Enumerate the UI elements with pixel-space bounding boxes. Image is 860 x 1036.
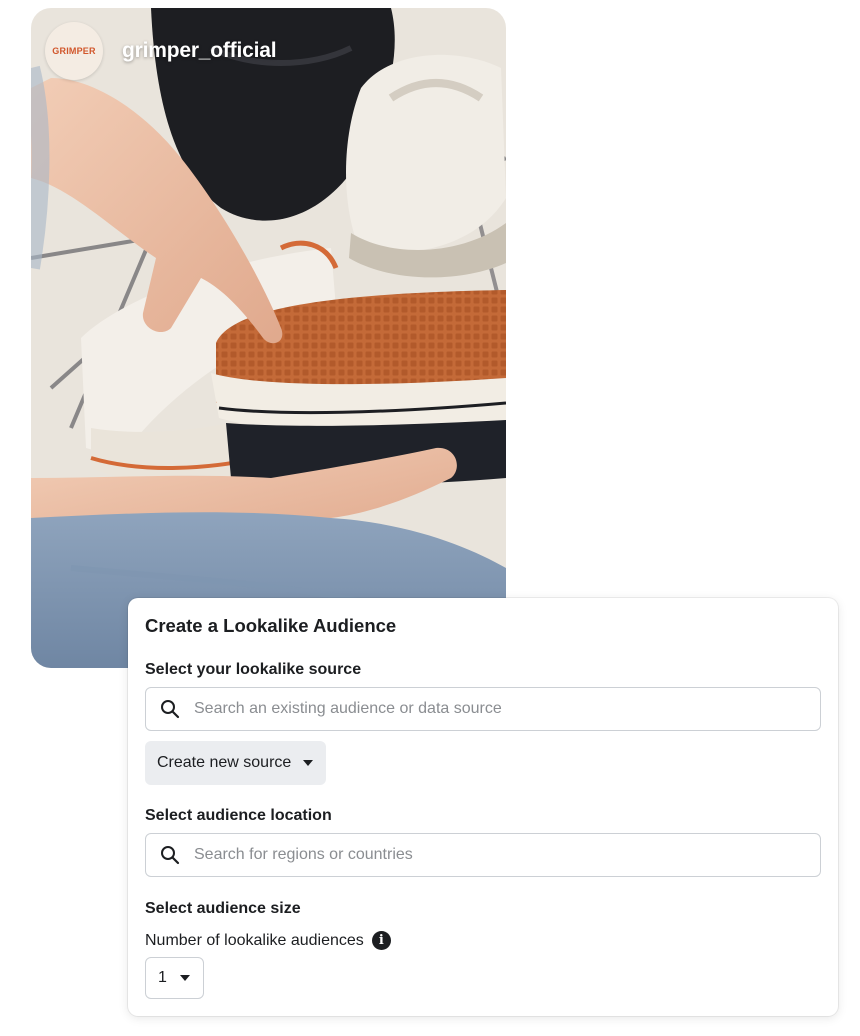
location-search-input[interactable] bbox=[194, 834, 820, 876]
caret-down-icon bbox=[179, 975, 190, 981]
create-new-source-button[interactable]: Create new source bbox=[145, 741, 327, 785]
lookalike-count-value: 1 bbox=[158, 969, 167, 986]
source-section-label: Select your lookalike source bbox=[145, 661, 362, 678]
post-header: GRIMPER grimper_official bbox=[45, 22, 277, 80]
lookalike-count-select[interactable]: 1 bbox=[145, 957, 204, 999]
create-new-source-label: Create new source bbox=[157, 754, 292, 771]
source-search-field[interactable] bbox=[145, 687, 821, 731]
post-photo bbox=[31, 8, 506, 668]
lookalike-count-label-row: Number of lookalike audiences i bbox=[145, 931, 391, 950]
dialog-title: Create a Lookalike Audience bbox=[145, 615, 397, 636]
source-search-input[interactable] bbox=[194, 688, 820, 730]
caret-down-icon bbox=[303, 760, 314, 766]
lookalike-count-label: Number of lookalike audiences bbox=[145, 931, 364, 949]
location-search-field[interactable] bbox=[145, 833, 821, 877]
brand-logo-text: GRIMPER bbox=[52, 46, 96, 56]
username[interactable]: grimper_official bbox=[122, 39, 277, 63]
search-icon bbox=[146, 699, 194, 719]
info-icon[interactable]: i bbox=[371, 931, 391, 950]
avatar[interactable]: GRIMPER bbox=[45, 22, 103, 80]
search-icon bbox=[146, 845, 194, 865]
instagram-post-card: GRIMPER grimper_official bbox=[31, 8, 506, 668]
lookalike-audience-dialog: Create a Lookalike Audience Select your … bbox=[128, 598, 838, 1016]
size-section-label: Select audience size bbox=[145, 900, 301, 917]
location-section-label: Select audience location bbox=[145, 807, 332, 824]
